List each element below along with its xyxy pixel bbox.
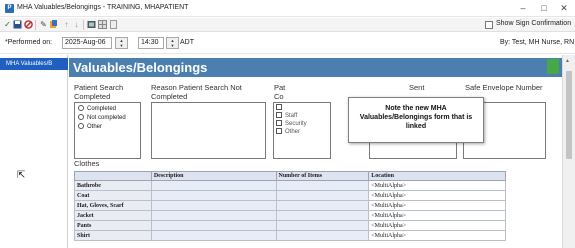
description-cell[interactable] xyxy=(150,210,277,221)
checkmark-icon[interactable]: ✓ xyxy=(3,20,12,29)
consent-label: Sent xyxy=(409,83,425,92)
performed-date-field[interactable]: 2025-Aug-06 xyxy=(62,37,112,49)
app-icon: P xyxy=(5,4,14,13)
number-of-items-cell[interactable] xyxy=(275,200,370,211)
description-cell[interactable] xyxy=(150,200,277,211)
item-cell: Shirt xyxy=(74,230,152,241)
mouse-cursor-icon: ⇱ xyxy=(17,170,26,181)
number-of-items-cell[interactable] xyxy=(275,210,370,221)
nav-item-valuables-belongings[interactable]: MHA Valuables/B xyxy=(0,58,68,70)
form-header: Valuables/Belongings xyxy=(69,58,562,77)
radio-button[interactable] xyxy=(78,123,84,129)
performed-by-label: By: Test, MH Nurse, RN xyxy=(500,39,575,46)
cancel-icon[interactable] xyxy=(24,20,33,29)
table-row: Jacket <MultiAlpha> xyxy=(74,210,506,221)
conducted-by-label: Pat Co xyxy=(274,83,286,101)
radio-button[interactable] xyxy=(78,114,84,120)
form-area: Valuables/Belongings Patient Search Comp… xyxy=(69,55,562,248)
checkbox[interactable] xyxy=(276,120,282,126)
show-sign-confirmation-label: Show Sign Confirmation xyxy=(496,20,572,27)
toolbar-separator xyxy=(35,20,36,30)
table-row: Bathrobe <MultiAlpha> xyxy=(74,180,506,191)
close-button[interactable]: ✕ xyxy=(557,2,571,14)
location-cell[interactable]: <MultiAlpha> xyxy=(368,190,506,201)
location-cell[interactable]: <MultiAlpha> xyxy=(368,220,506,231)
checkbox[interactable] xyxy=(276,128,282,134)
table-row: Hat, Gloves, Scarf <MultiAlpha> xyxy=(74,200,506,211)
clothes-section-label: Clothes xyxy=(74,159,100,168)
location-cell[interactable]: <MultiAlpha> xyxy=(368,230,506,241)
down-arrow-icon[interactable]: ↓ xyxy=(72,20,81,29)
scroll-up-icon[interactable]: ▲ xyxy=(565,58,570,64)
scrollbar-thumb[interactable] xyxy=(566,71,572,159)
patient-search-completed-label: Patient Search Completed xyxy=(74,83,124,101)
table-header xyxy=(74,171,152,181)
performed-on-label: *Performed on: xyxy=(5,39,53,46)
table-row: Coat <MultiAlpha> xyxy=(74,190,506,201)
checkbox[interactable] xyxy=(276,112,282,118)
save-icon[interactable] xyxy=(13,20,22,29)
form-title: Valuables/Belongings xyxy=(73,60,208,75)
checkbox-option-other[interactable]: Other xyxy=(276,128,300,136)
table-row: Pants <MultiAlpha> xyxy=(74,220,506,231)
table-header-row: Description Number of Items Location xyxy=(74,171,506,181)
item-cell: Jacket xyxy=(74,210,152,221)
toolbar-separator xyxy=(83,20,84,30)
patient-search-radio-group: Completed Not completed Other xyxy=(74,102,141,159)
status-indicator xyxy=(547,59,559,74)
radio-option-other[interactable]: Other xyxy=(78,123,102,131)
radio-option-completed[interactable]: Completed xyxy=(78,105,116,113)
checkbox-option-staff[interactable]: Staff xyxy=(276,112,297,120)
table-header-number-of-items: Number of Items xyxy=(275,171,370,181)
table-header-location: Location xyxy=(368,171,506,181)
document-icon[interactable] xyxy=(109,20,118,29)
clothes-table: Description Number of Items Location Bat… xyxy=(74,171,506,241)
window-title: MHA Valuables/Belongings - TRAINING, MHA… xyxy=(17,4,189,11)
toolbar: ✓ ✎ ↑ ↓ Show Sign Confirmation xyxy=(0,18,575,32)
description-cell[interactable] xyxy=(150,180,277,191)
number-of-items-cell[interactable] xyxy=(275,220,370,231)
safe-envelope-label: Safe Envelope Number xyxy=(465,83,543,92)
description-cell[interactable] xyxy=(150,220,277,231)
checkbox[interactable] xyxy=(276,104,282,110)
item-cell: Bathrobe xyxy=(74,180,152,191)
location-cell[interactable]: <MultiAlpha> xyxy=(368,210,506,221)
attach-icon[interactable] xyxy=(49,20,58,29)
reason-not-completed-field[interactable] xyxy=(151,102,266,159)
item-cell: Pants xyxy=(74,220,152,231)
table-row: Shirt <MultiAlpha> xyxy=(74,230,506,241)
description-cell[interactable] xyxy=(150,190,277,201)
number-of-items-cell[interactable] xyxy=(275,230,370,241)
adt-label: ADT xyxy=(180,39,194,46)
title-bar: P MHA Valuables/Belongings - TRAINING, M… xyxy=(0,0,575,17)
up-arrow-icon[interactable]: ↑ xyxy=(62,20,71,29)
performed-time-field[interactable]: 14:30 xyxy=(138,37,164,49)
item-cell: Coat xyxy=(74,190,152,201)
callout-note: Note the new MHA Valuables/Belongings fo… xyxy=(348,97,484,143)
number-of-items-cell[interactable] xyxy=(275,190,370,201)
table-header-description: Description xyxy=(150,171,277,181)
radio-button[interactable] xyxy=(78,105,84,111)
description-cell[interactable] xyxy=(150,230,277,241)
time-spinner[interactable]: ▲ ▼ xyxy=(166,37,179,49)
date-spinner[interactable]: ▲ ▼ xyxy=(115,37,128,49)
number-of-items-cell[interactable] xyxy=(275,180,370,191)
image-icon[interactable] xyxy=(87,20,96,29)
item-cell: Hat, Gloves, Scarf xyxy=(74,200,152,211)
minimize-button[interactable]: – xyxy=(516,2,530,14)
grid-icon[interactable] xyxy=(98,20,107,29)
conducted-by-checkbox-group: Staff Security Other xyxy=(273,102,331,159)
radio-option-not-completed[interactable]: Not completed xyxy=(78,114,126,122)
show-sign-confirmation-checkbox[interactable] xyxy=(485,21,493,29)
form-navigator: MHA Valuables/B xyxy=(0,55,68,248)
vertical-scrollbar[interactable]: ▲ xyxy=(562,55,575,248)
location-cell[interactable]: <MultiAlpha> xyxy=(368,180,506,191)
edit-icon[interactable]: ✎ xyxy=(39,20,48,29)
reason-not-completed-label: Reason Patient Search Not Completed xyxy=(151,83,242,101)
checkbox-option[interactable] xyxy=(276,104,285,112)
maximize-button[interactable]: □ xyxy=(537,2,551,14)
performed-bar: *Performed on: 2025-Aug-06 ▲ ▼ 14:30 ▲ ▼ A… xyxy=(0,33,575,54)
checkbox-option-security[interactable]: Security xyxy=(276,120,307,128)
location-cell[interactable]: <MultiAlpha> xyxy=(368,200,506,211)
